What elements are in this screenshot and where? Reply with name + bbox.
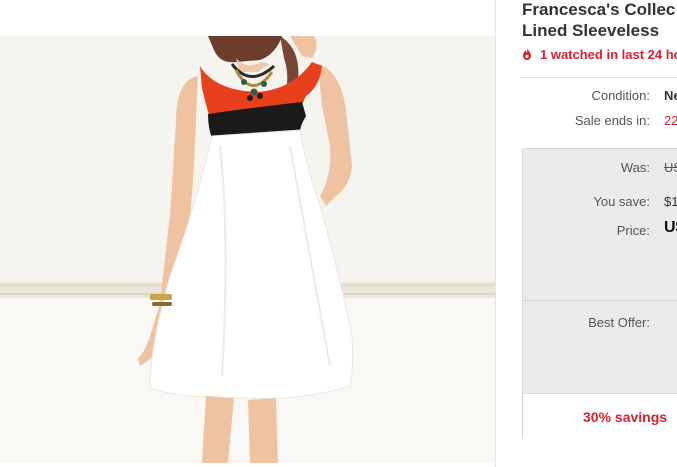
savings-text: 30% savings xyxy=(583,409,668,425)
listing-title-line-1: Francesca's Collec xyxy=(522,0,676,19)
price-value: U$ xyxy=(664,219,677,236)
sale-ends-value: 22 xyxy=(664,113,677,128)
listing-details: Francesca's Collec Lined Sleeveless 1 wa… xyxy=(510,0,677,467)
sale-ends-label: Sale ends in: xyxy=(574,113,650,128)
listing-title-line-2: Lined Sleeveless xyxy=(522,21,660,40)
listing-title: Francesca's Collec Lined Sleeveless xyxy=(522,0,677,41)
condition-label: Condition: xyxy=(591,88,650,103)
price-box: Was: US You save: $1 Price: U$ Best Offe… xyxy=(522,148,677,440)
you-save-value: $1 xyxy=(664,194,677,209)
best-offer-label: Best Offer: xyxy=(588,315,650,330)
price-label: Price: xyxy=(616,223,650,238)
watchers-text: 1 watched in last 24 ho xyxy=(540,47,677,62)
column-divider xyxy=(495,0,496,467)
was-label: Was: xyxy=(620,160,650,175)
price-box-separator xyxy=(523,300,677,301)
product-image-panel xyxy=(0,0,496,467)
was-price: US xyxy=(664,160,677,175)
you-save-label: You save: xyxy=(593,194,650,209)
section-divider xyxy=(520,77,677,78)
savings-banner: 30% savings xyxy=(523,393,677,440)
product-photo[interactable] xyxy=(0,36,496,463)
condition-value: Ne xyxy=(664,88,677,103)
watchers-notice: 1 watched in last 24 ho xyxy=(520,47,677,62)
flame-icon xyxy=(520,47,534,61)
